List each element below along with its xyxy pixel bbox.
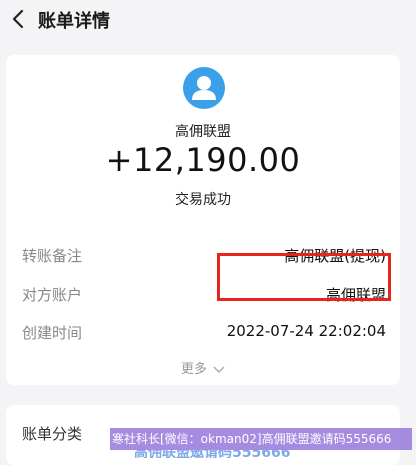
- watermark-line2: 高佣联盟邀请码555666: [134, 450, 291, 458]
- chevron-down-icon: [213, 366, 225, 373]
- merchant-name: 高佣联盟: [175, 124, 231, 140]
- more-label: 更多: [180, 362, 207, 377]
- page-title: 账单详情: [38, 11, 110, 32]
- bill-detail-card: 高佣联盟 +12,190.00 交易成功 转账备注 高佣联盟(提现) 对方账户 …: [6, 55, 400, 385]
- detail-label-counterparty: 对方账户: [22, 286, 83, 304]
- back-button[interactable]: [8, 8, 28, 30]
- highlight-annotation: [217, 253, 391, 301]
- transaction-status: 交易成功: [175, 192, 231, 208]
- watermark-text-second: 高佣联盟邀请码555666: [134, 450, 416, 458]
- detail-label-created-time: 创建时间: [22, 324, 83, 342]
- user-icon: [192, 76, 216, 100]
- category-label: 账单分类: [22, 425, 83, 443]
- watermark-text: 寒社科长[微信：okman02]高佣联盟邀请码555666: [110, 428, 412, 450]
- more-toggle[interactable]: 更多: [6, 358, 400, 377]
- header-bar: 账单详情: [0, 0, 416, 40]
- detail-label-remark: 转账备注: [22, 247, 83, 265]
- detail-value-created-time: 2022-07-24 22:02:04: [226, 322, 386, 340]
- avatar: [183, 67, 225, 109]
- chevron-left-icon: [12, 9, 24, 29]
- transaction-amount: +12,190.00: [105, 141, 301, 179]
